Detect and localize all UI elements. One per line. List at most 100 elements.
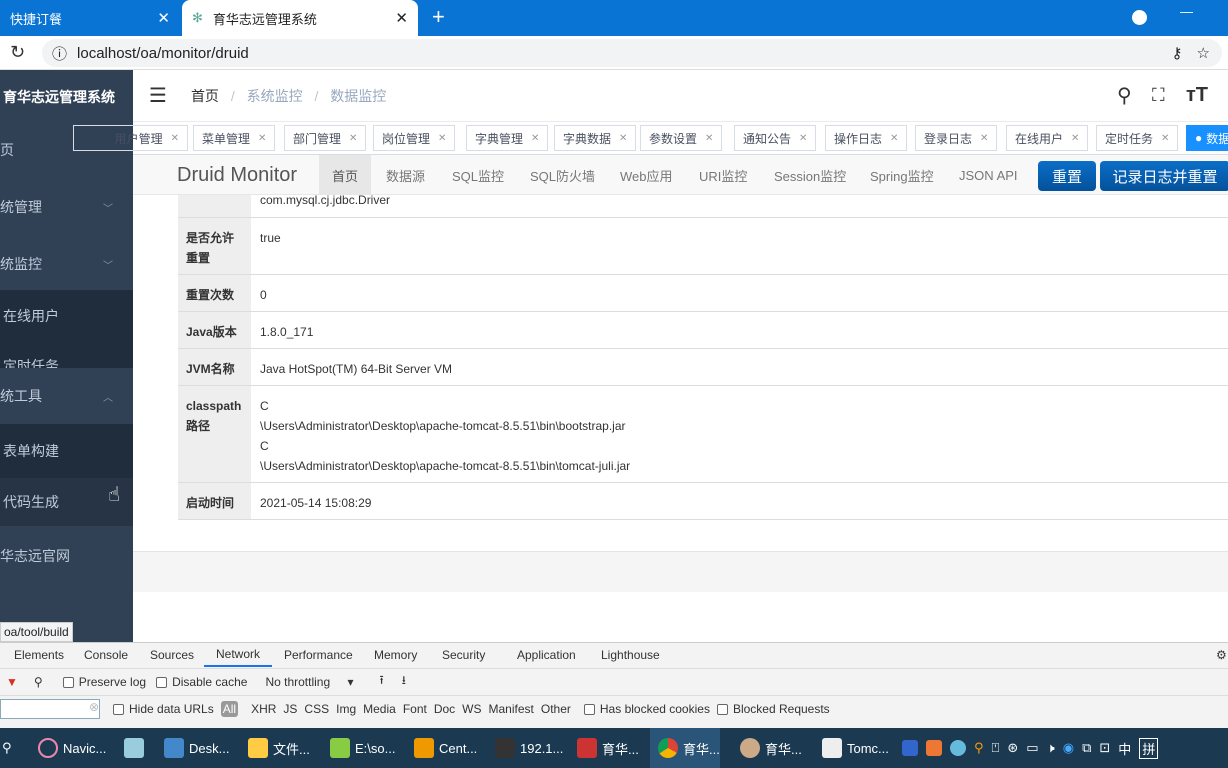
taskbar-item[interactable]: Navic...: [38, 728, 106, 768]
taskbar-item[interactable]: [124, 728, 144, 768]
tag[interactable]: 登录日志 ✕: [915, 125, 998, 151]
ime-indicator[interactable]: 中: [1118, 739, 1131, 758]
tag[interactable]: 字典管理 ✕: [466, 125, 549, 151]
url-input[interactable]: ⓘ localhost/oa/monitor/druid ⚷ ☆: [42, 39, 1222, 67]
upload-icon[interactable]: ⭱: [380, 671, 384, 692]
sidebar-item-tools[interactable]: 系统工具︿: [0, 368, 133, 424]
taskbar-item[interactable]: 192.1...: [495, 728, 563, 768]
blocked-cookies-checkbox[interactable]: Has blocked cookies: [583, 702, 710, 716]
browser-tab-active[interactable]: ✻ 育华志远管理系统 ✕: [182, 0, 418, 36]
taskbar-item[interactable]: 文件...: [248, 728, 310, 768]
reload-icon[interactable]: ↻: [10, 42, 25, 63]
taskbar-item-active[interactable]: 育华...: [650, 728, 720, 768]
sidebar-item-website[interactable]: 育华志远官网: [0, 530, 133, 582]
profile-menu-icon[interactable]: [1132, 10, 1147, 25]
log-and-reset-button[interactable]: 记录日志并重置: [1100, 161, 1228, 191]
browser-tab[interactable]: 快捷订餐 ✕: [0, 0, 180, 36]
tag[interactable]: 用户管理 ✕: [73, 125, 188, 151]
druid-nav-wall[interactable]: SQL防火墙: [530, 155, 595, 195]
search-icon[interactable]: ⚲: [1117, 83, 1132, 108]
tag[interactable]: 在线用户 ✕: [1006, 125, 1089, 151]
devtools-tab-active[interactable]: Network: [204, 643, 273, 667]
minimize-icon[interactable]: —: [1180, 4, 1193, 19]
preserve-log-checkbox[interactable]: Preserve log: [62, 675, 146, 689]
tag-active[interactable]: ●数据监控: [1186, 125, 1228, 151]
sidebar-item-system[interactable]: 系统管理﹀: [0, 182, 133, 232]
filter-doc[interactable]: Doc: [434, 702, 455, 716]
blocked-requests-checkbox[interactable]: Blocked Requests: [716, 702, 830, 716]
close-tag-icon[interactable]: ✕: [349, 133, 357, 144]
druid-nav-datasource[interactable]: 数据源: [386, 155, 425, 195]
breadcrumb-home[interactable]: 首页: [191, 88, 219, 104]
taskbar-item[interactable]: Tomc...: [822, 728, 889, 768]
tag[interactable]: 参数设置 ✕: [640, 125, 723, 151]
search-icon[interactable]: ⚲: [2, 728, 12, 768]
reset-button[interactable]: 重置: [1038, 161, 1096, 191]
tag[interactable]: 字典数据 ✕: [554, 125, 637, 151]
hide-data-urls-checkbox[interactable]: Hide data URLs: [113, 702, 214, 716]
devtools-tab[interactable]: Performance: [284, 643, 353, 667]
taskbar-item[interactable]: Desk...: [164, 728, 229, 768]
devtools-tab[interactable]: Sources: [150, 643, 194, 667]
close-tab-icon[interactable]: ✕: [395, 9, 408, 27]
close-tag-icon[interactable]: ✕: [705, 133, 713, 144]
fullscreen-icon[interactable]: ⛶: [1152, 85, 1165, 106]
taskbar-item[interactable]: 育华...: [577, 728, 639, 768]
throttling-select[interactable]: No throttling ▾: [265, 675, 353, 689]
disable-cache-checkbox[interactable]: Disable cache: [156, 675, 247, 689]
druid-nav-webapp[interactable]: Web应用: [620, 155, 673, 195]
close-tag-icon[interactable]: ✕: [1161, 133, 1169, 144]
taskbar-item[interactable]: 育华...: [740, 728, 802, 768]
close-tag-icon[interactable]: ✕: [890, 133, 898, 144]
hamburger-icon[interactable]: ☰: [149, 83, 167, 108]
close-tag-icon[interactable]: ✕: [531, 133, 539, 144]
taskbar-item[interactable]: E:\so...: [330, 728, 395, 768]
tag[interactable]: 岗位管理 ✕: [373, 125, 456, 151]
filter-manifest[interactable]: Manifest: [489, 702, 534, 716]
close-tag-icon[interactable]: ✕: [799, 133, 807, 144]
filter-js[interactable]: JS: [283, 702, 297, 716]
filter-media[interactable]: Media: [363, 702, 396, 716]
download-icon[interactable]: ⭳: [402, 671, 406, 692]
druid-nav-sql[interactable]: SQL监控: [452, 155, 504, 195]
sidebar-item-jobs[interactable]: 定时任务: [0, 342, 133, 368]
sidebar-item-monitor[interactable]: 系统监控﹀: [0, 238, 133, 290]
filter-font[interactable]: Font: [403, 702, 427, 716]
filter-css[interactable]: CSS: [304, 702, 329, 716]
search-icon[interactable]: ⚲: [34, 675, 43, 689]
close-tag-icon[interactable]: ✕: [619, 133, 627, 144]
filter-img[interactable]: Img: [336, 702, 356, 716]
devtools-tab[interactable]: Application: [517, 643, 576, 667]
bookmark-star-icon[interactable]: ☆: [1197, 44, 1210, 62]
tag[interactable]: 定时任务 ✕: [1096, 125, 1179, 151]
filter-xhr[interactable]: XHR: [251, 702, 276, 716]
sidebar-item-form-build[interactable]: 表单构建: [0, 424, 133, 478]
druid-nav-uri[interactable]: URI监控: [699, 155, 747, 195]
close-tab-icon[interactable]: ✕: [157, 9, 170, 27]
tag[interactable]: 部门管理 ✕: [284, 125, 367, 151]
close-tag-icon[interactable]: ✕: [438, 133, 446, 144]
close-tag-icon[interactable]: ✕: [171, 133, 179, 144]
close-tag-icon[interactable]: ✕: [1071, 133, 1079, 144]
tag[interactable]: 通知公告 ✕: [734, 125, 817, 151]
close-tag-icon[interactable]: ✕: [980, 133, 988, 144]
devtools-tab[interactable]: Console: [84, 643, 128, 667]
devtools-tab[interactable]: Memory: [374, 643, 417, 667]
filter-input[interactable]: ⊗: [0, 698, 100, 719]
druid-nav-home[interactable]: 首页: [319, 155, 371, 195]
filter-icon[interactable]: ▼: [6, 675, 18, 689]
tag[interactable]: 菜单管理 ✕: [193, 125, 276, 151]
sidebar-item-online-users[interactable]: 在线用户: [0, 290, 133, 342]
settings-gear-icon[interactable]: ⚙: [1216, 643, 1227, 667]
font-size-icon[interactable]: ᴛT: [1186, 84, 1208, 107]
devtools-tab[interactable]: Lighthouse: [601, 643, 660, 667]
filter-all[interactable]: All: [220, 700, 239, 717]
tag[interactable]: 操作日志 ✕: [825, 125, 908, 151]
close-tag-icon[interactable]: ✕: [258, 133, 266, 144]
key-icon[interactable]: ⚷: [1172, 44, 1183, 62]
ime-mode[interactable]: 拼: [1139, 737, 1159, 759]
new-tab-icon[interactable]: +: [432, 4, 445, 30]
druid-nav-session[interactable]: Session监控: [774, 155, 846, 195]
filter-other[interactable]: Other: [541, 702, 571, 716]
druid-nav-spring[interactable]: Spring监控: [870, 155, 934, 195]
